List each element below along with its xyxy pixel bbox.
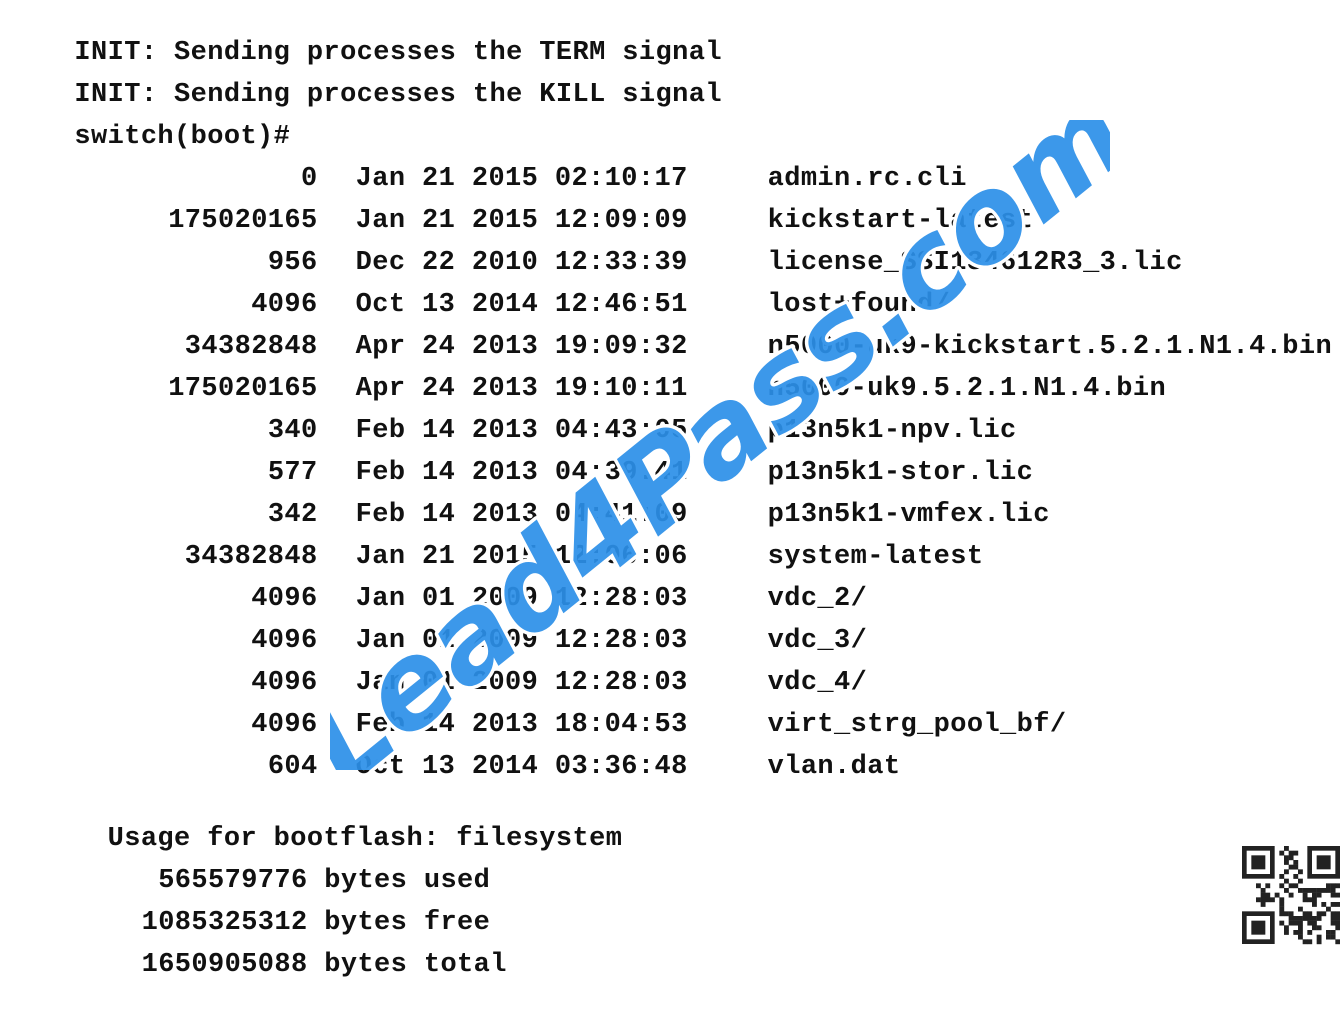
usage-heading: Usage for bootflash: filesystem <box>8 788 622 854</box>
usage-row: 1085325312 bytes free <box>8 872 490 938</box>
file-row: 4096 Jan 01 2009 12:28:03 vdc_2/ <box>8 548 867 614</box>
file-name: vlan.dat <box>767 752 901 782</box>
file-row: 604 Oct 13 2014 03:36:48 vlan.dat <box>8 716 900 782</box>
file-row: 34382848 Jan 21 2015 12:06:06 system-lates… <box>8 506 983 572</box>
file-row: 956 Dec 22 2010 12:33:39 license_SSI134612… <box>8 212 1183 278</box>
file-row: 4096 Oct 13 2014 12:46:51 lost+found/ <box>8 254 950 320</box>
init-line: INIT: Sending processes the KILL signal <box>8 44 722 110</box>
file-row: 577 Feb 14 2013 04:39:41 p13n5k1-stor.lic <box>8 422 1033 488</box>
file-row: 4096 Jan 01 2009 12:28:03 vdc_4/ <box>8 632 867 698</box>
init-line: INIT: Sending processes the TERM signal <box>8 2 722 68</box>
qr-code-icon <box>1242 846 1340 945</box>
terminal-output: INIT: Sending processes the TERM signal … <box>8 0 1340 980</box>
file-row: 34382848 Apr 24 2013 19:09:32 n5000-uk9-ki… <box>8 296 1332 362</box>
file-row: 342 Feb 14 2013 04:41:09 p13n5k1-vmfex.lic <box>8 464 1050 530</box>
usage-row: 1650905088 bytes total <box>8 914 507 980</box>
file-date: Oct 13 2014 03:36:48 <box>355 752 688 782</box>
file-row: 175020165 Jan 21 2015 12:09:09 kickstart-l… <box>8 170 1033 236</box>
prompt-line: switch(boot)# <box>8 86 290 152</box>
usage-value: 1650905088 <box>141 950 308 980</box>
file-size: 604 <box>267 752 318 782</box>
usage-label: bytes total <box>324 950 507 980</box>
file-row: 4096 Feb 14 2013 18:04:53 virt_strg_pool_b… <box>8 674 1066 740</box>
file-row: 4096 Jan 01 2009 12:28:03 vdc_3/ <box>8 590 867 656</box>
file-row: 175020165 Apr 24 2013 19:10:11 n5000-uk9.5… <box>8 338 1166 404</box>
usage-row: 565579776 bytes used <box>8 830 490 896</box>
file-row: 0 Jan 21 2015 02:10:17 admin.rc.cli <box>8 128 967 194</box>
file-row: 340 Feb 14 2013 04:43:05 p13n5k1-npv.lic <box>8 380 1017 446</box>
